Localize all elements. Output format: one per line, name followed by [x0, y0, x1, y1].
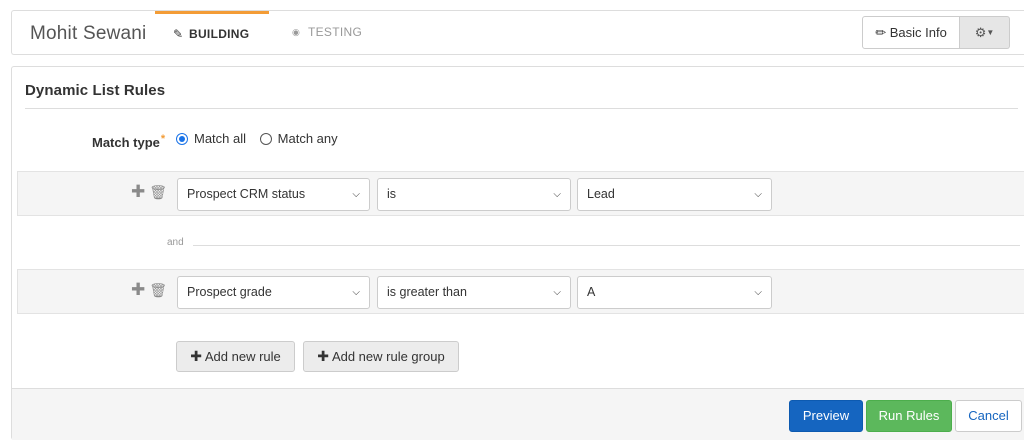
caret-down-icon: ▼ — [986, 28, 995, 37]
rule-field-select[interactable]: Prospect CRM status ⌵ — [177, 178, 370, 211]
rule-value-select[interactable]: Lead ⌵ — [577, 178, 772, 211]
rule-operator-select[interactable]: is ⌵ — [377, 178, 571, 211]
add-icon[interactable]: ✚ — [131, 280, 145, 299]
preview-button[interactable]: Preview — [789, 400, 863, 432]
basic-info-button[interactable]: ✏ Basic Info — [862, 16, 960, 49]
match-all-label: Match all — [194, 131, 247, 146]
rule-row-actions: ✚ 🗑 — [131, 280, 167, 300]
panel-title: Dynamic List Rules — [25, 82, 166, 99]
radio-unselected-icon[interactable] — [259, 132, 272, 145]
basic-info-label: Basic Info — [889, 25, 947, 40]
top-header: Mohit Sewani ✎ BUILDING ◉ TESTING ✏ Basic … — [11, 10, 1024, 55]
tab-building[interactable]: ✎ BUILDING — [155, 11, 269, 54]
match-any-label: Match any — [277, 131, 338, 146]
rule-row: ✚ 🗑 Prospect CRM status ⌵ is ⌵ Lead ⌵ — [17, 171, 1024, 216]
rule-field-value: Prospect grade — [187, 285, 272, 299]
rule-row-actions: ✚ 🗑 — [131, 182, 167, 202]
dynamic-list-rules-panel: Dynamic List Rules Match type* Match all… — [11, 66, 1024, 440]
rule-row: ✚ 🗑 Prospect grade ⌵ is greater than ⌵ A … — [17, 269, 1024, 314]
trash-icon[interactable]: 🗑 — [149, 184, 167, 200]
trash-icon[interactable]: 🗑 — [149, 282, 167, 298]
add-new-rule-button[interactable]: ✚ Add new rule — [176, 341, 295, 372]
rule-field-value: Prospect CRM status — [187, 187, 306, 201]
rule-value-select[interactable]: A ⌵ — [577, 276, 772, 309]
rule-operator-value: is greater than — [387, 285, 467, 299]
pencil-icon: ✏ — [875, 25, 887, 40]
match-type-radio-group: Match all Match any — [176, 131, 348, 148]
match-type-label: Match type* — [92, 133, 165, 150]
chevron-down-icon: ⌵ — [754, 189, 762, 200]
tab-building-label: BUILDING — [189, 27, 250, 41]
connector-divider — [193, 245, 1020, 246]
chevron-down-icon: ⌵ — [352, 189, 360, 200]
gear-icon: ⚙ — [974, 25, 987, 40]
rule-value-text: Lead — [587, 187, 615, 201]
plus-icon: ✚ — [190, 348, 202, 364]
plus-icon: ✚ — [317, 348, 330, 364]
rule-operator-select[interactable]: is greater than ⌵ — [377, 276, 571, 309]
add-new-rule-group-label: Add new rule group — [331, 349, 445, 364]
title-divider — [25, 108, 1018, 109]
chevron-down-icon: ⌵ — [553, 189, 561, 200]
tab-testing[interactable]: ◉ TESTING — [284, 11, 384, 54]
edit-icon: ✎ — [173, 27, 184, 41]
settings-dropdown-button[interactable]: ⚙▼ — [960, 16, 1010, 49]
add-new-rule-label: Add new rule — [204, 349, 281, 364]
chevron-down-icon: ⌵ — [754, 287, 762, 298]
record-icon: ◉ — [292, 27, 301, 37]
tab-testing-label: TESTING — [308, 25, 363, 39]
run-rules-button[interactable]: Run Rules — [866, 400, 952, 432]
match-any-radio[interactable]: Match any — [259, 131, 338, 146]
rule-value-text: A — [587, 285, 596, 299]
chevron-down-icon: ⌵ — [352, 287, 360, 298]
required-indicator: * — [160, 133, 166, 145]
chevron-down-icon: ⌵ — [553, 287, 561, 298]
radio-selected-icon[interactable] — [176, 132, 188, 145]
rule-field-select[interactable]: Prospect grade ⌵ — [177, 276, 370, 309]
brand-name: Mohit Sewani — [30, 23, 147, 44]
cancel-button[interactable]: Cancel — [955, 400, 1022, 432]
add-new-rule-group-button[interactable]: ✚ Add new rule group — [303, 341, 459, 372]
connector-label: and — [167, 237, 184, 248]
match-type-text: Match type — [92, 135, 160, 150]
add-icon[interactable]: ✚ — [131, 182, 145, 201]
match-all-radio[interactable]: Match all — [176, 131, 246, 146]
panel-footer: Preview Run Rules Cancel — [12, 388, 1024, 440]
rule-operator-value: is — [387, 187, 397, 201]
